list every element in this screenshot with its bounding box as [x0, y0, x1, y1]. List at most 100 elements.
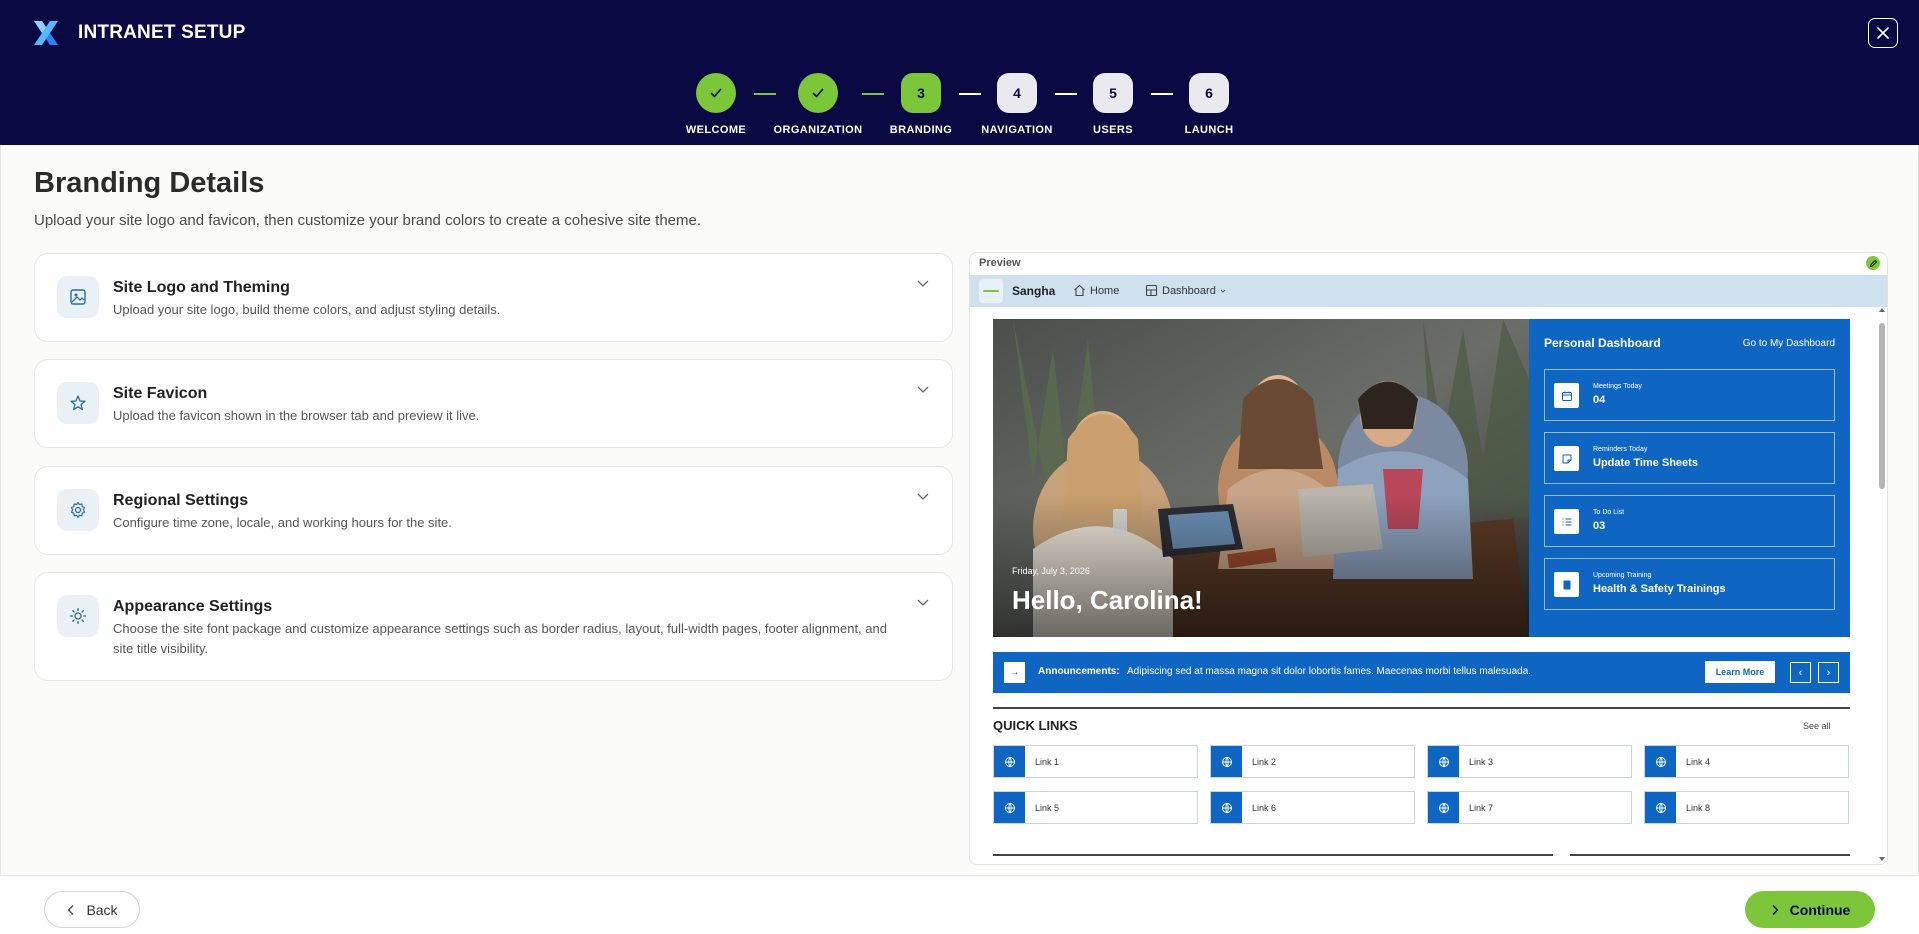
check-icon	[710, 88, 722, 98]
dashboard-item-value: 04	[1593, 394, 1606, 406]
close-icon	[1877, 27, 1889, 39]
step-navigation[interactable]: 4 NAVIGATION	[967, 73, 1067, 136]
quick-link-item[interactable]: Link 6	[1210, 791, 1415, 824]
go-to-dashboard-link[interactable]: Go to My Dashboard	[1743, 338, 1835, 349]
scrollbar-thumb[interactable]	[1879, 323, 1885, 489]
chevron-down-icon	[917, 493, 929, 500]
step-number: 5	[1093, 73, 1133, 113]
hero-date: Friday, July 3, 2026	[1012, 566, 1090, 576]
logo-icon	[983, 290, 999, 292]
sun-icon	[57, 595, 99, 637]
page-subtitle: Upload your site logo and favicon, then …	[34, 212, 702, 229]
dashboard-item-meetings[interactable]: Meetings Today 04	[1544, 369, 1835, 421]
quick-link-item[interactable]: Link 7	[1427, 791, 1632, 824]
image-icon	[57, 276, 99, 318]
quick-link-item[interactable]: Link 5	[993, 791, 1198, 824]
step-launch[interactable]: 6 LAUNCH	[1159, 73, 1259, 136]
chevron-down-icon	[917, 386, 929, 393]
announcement-prev-button[interactable]: ‹	[1790, 662, 1811, 683]
note-icon	[1554, 446, 1579, 471]
preview-nav-home[interactable]: Home	[1073, 284, 1119, 297]
section-divider	[993, 854, 1553, 856]
quick-link-label: Link 8	[1686, 803, 1711, 813]
quick-link-label: Link 2	[1252, 757, 1277, 767]
step-welcome[interactable]: WELCOME	[666, 73, 766, 136]
dashboard-item-label: Upcoming Training	[1593, 572, 1652, 579]
learn-more-button[interactable]: Learn More	[1705, 661, 1775, 683]
card-title: Appearance Settings	[113, 598, 273, 615]
preview-site-logo	[979, 279, 1003, 303]
globe-icon	[1645, 792, 1676, 823]
see-all-link[interactable]: See all	[1803, 721, 1831, 731]
checklist-icon	[1554, 509, 1579, 534]
dashboard-item-training[interactable]: Upcoming Training Health & Safety Traini…	[1544, 558, 1835, 610]
nav-label: Dashboard	[1162, 284, 1216, 297]
wizard-footer: Back Continue	[0, 875, 1919, 934]
back-button[interactable]: Back	[44, 891, 140, 928]
chevron-right-icon	[1772, 904, 1779, 915]
card-site-favicon[interactable]: Site Favicon Upload the favicon shown in…	[34, 359, 953, 448]
personal-dashboard: Personal Dashboard Go to My Dashboard Me…	[1529, 319, 1850, 637]
app-title: INTRANET SETUP	[78, 22, 246, 43]
card-appearance-settings[interactable]: Appearance Settings Choose the site font…	[34, 572, 953, 681]
arrow-right-icon: →	[1004, 662, 1025, 683]
dashboard-item-reminders[interactable]: Reminders Today Update Time Sheets	[1544, 432, 1835, 484]
main-content: Branding Details Upload your site logo a…	[0, 145, 1919, 875]
continue-button[interactable]: Continue	[1745, 891, 1875, 928]
dashboard-item-todo[interactable]: To Do List 03	[1544, 495, 1835, 547]
edit-preview-button[interactable]	[1866, 256, 1880, 270]
quick-link-label: Link 7	[1469, 803, 1494, 813]
dashboard-icon	[1145, 284, 1158, 297]
globe-icon	[1211, 746, 1242, 777]
dashboard-title: Personal Dashboard	[1544, 336, 1661, 350]
hero-greeting: Hello, Carolina!	[1012, 585, 1203, 615]
preview-body: Friday, July 3, 2026 Hello, Carolina! Pe…	[970, 307, 1887, 864]
step-number: 6	[1189, 73, 1229, 113]
card-description: Upload the favicon shown in the browser …	[113, 408, 480, 423]
step-branding[interactable]: 3 BRANDING	[871, 73, 971, 136]
gear-icon	[57, 489, 99, 531]
quick-link-item[interactable]: Link 8	[1644, 791, 1849, 824]
step-users[interactable]: 5 USERS	[1063, 73, 1163, 136]
chevron-left-icon	[68, 904, 74, 915]
quick-link-item[interactable]: Link 2	[1210, 745, 1415, 778]
continue-label: Continue	[1789, 901, 1851, 918]
quick-link-label: Link 5	[1035, 803, 1060, 813]
step-complete-indicator	[696, 73, 736, 113]
back-label: Back	[86, 901, 118, 918]
quick-link-item[interactable]: Link 1	[993, 745, 1198, 778]
chevron-right-icon: ›	[1826, 666, 1831, 679]
card-regional-settings[interactable]: Regional Settings Configure time zone, l…	[34, 466, 953, 555]
globe-icon	[994, 792, 1025, 823]
globe-icon	[1428, 746, 1459, 777]
setup-header: INTRANET SETUP WELCOME ORGANIZATION 3 BR…	[0, 0, 1919, 145]
hero-banner: Friday, July 3, 2026 Hello, Carolina!	[993, 319, 1529, 637]
step-complete-indicator	[798, 73, 838, 113]
preview-nav-dashboard[interactable]: Dashboard	[1145, 284, 1226, 297]
chevron-down-icon	[917, 599, 929, 606]
dashboard-item-label: To Do List	[1593, 509, 1625, 516]
dashboard-item-label: Reminders Today	[1593, 446, 1648, 453]
quick-link-label: Link 1	[1035, 757, 1060, 767]
book-icon	[1554, 572, 1579, 597]
preview-scrollbar[interactable]	[1878, 308, 1886, 861]
card-description: Upload your site logo, build theme color…	[113, 302, 501, 317]
nav-label: Home	[1090, 284, 1120, 297]
quick-link-label: Link 6	[1252, 803, 1277, 813]
close-button[interactable]	[1868, 18, 1898, 48]
announcement-bar: → Announcements: Adipiscing sed at massa…	[993, 652, 1850, 693]
check-icon	[812, 88, 824, 98]
brand-logo-icon	[34, 21, 58, 45]
scroll-up-icon	[1879, 308, 1885, 312]
quick-link-item[interactable]: Link 4	[1644, 745, 1849, 778]
page-title: Branding Details	[34, 167, 265, 199]
preview-top-nav: Sangha Home Dashboard	[970, 275, 1887, 307]
step-label: WELCOME	[685, 124, 747, 136]
pencil-icon	[1869, 259, 1877, 267]
quick-link-item[interactable]: Link 3	[1427, 745, 1632, 778]
globe-icon	[1428, 792, 1459, 823]
step-organization[interactable]: ORGANIZATION	[768, 73, 868, 136]
card-site-logo-theming[interactable]: Site Logo and Theming Upload your site l…	[34, 253, 953, 342]
quick-link-label: Link 4	[1686, 757, 1711, 767]
announcement-next-button[interactable]: ›	[1818, 662, 1839, 683]
